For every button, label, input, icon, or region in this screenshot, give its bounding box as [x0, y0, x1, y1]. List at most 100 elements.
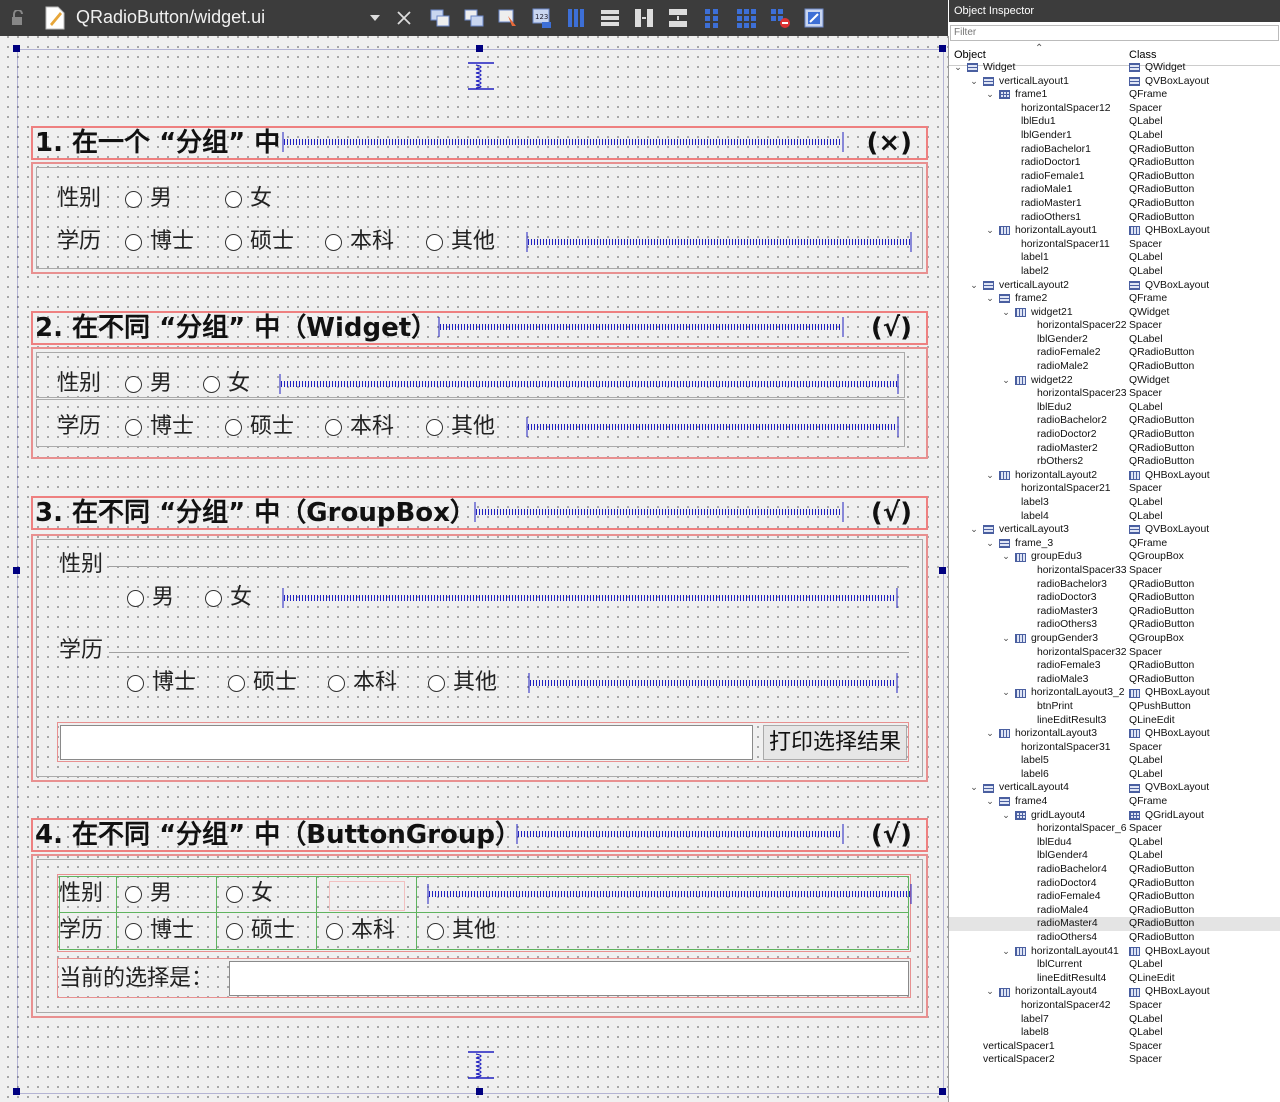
- tree-row[interactable]: horizontalSpacer33 Spacer: [949, 564, 1280, 578]
- tree-row[interactable]: radioMale2 QRadioButton: [949, 360, 1280, 374]
- vertical-spacer-top-icon[interactable]: [466, 61, 496, 91]
- tree-row[interactable]: ⌄ frame1 QFrame: [949, 88, 1280, 102]
- frame-3[interactable]: 性别 男 女 学历 博士 硕士 本科 其他 打印选择结果: [31, 534, 928, 782]
- tree-row[interactable]: lblEdu2 QLabel: [949, 401, 1280, 415]
- frame1[interactable]: 性别 男 女 学历 博士 硕士 本科 其他: [31, 162, 928, 274]
- tree-row[interactable]: radioMale3 QRadioButton: [949, 673, 1280, 687]
- adjust-size-icon[interactable]: [802, 6, 826, 30]
- selection-handle-top-left[interactable]: [13, 45, 20, 52]
- tree-row[interactable]: radioBachelor1 QRadioButton: [949, 143, 1280, 157]
- expand-chevron-icon[interactable]: ⌄: [1001, 809, 1011, 823]
- tree-row[interactable]: horizontalSpacer22 Spacer: [949, 319, 1280, 333]
- radio-others-1[interactable]: 其他: [426, 229, 495, 255]
- expand-chevron-icon[interactable]: ⌄: [1001, 550, 1011, 564]
- expand-chevron-icon[interactable]: ⌄: [1001, 374, 1011, 388]
- tree-row[interactable]: label3 QLabel: [949, 496, 1280, 510]
- tree-row[interactable]: radioDoctor1 QRadioButton: [949, 156, 1280, 170]
- tree-row[interactable]: ⌄ verticalLayout4 QVBoxLayout: [949, 781, 1280, 795]
- tree-row[interactable]: radioOthers4 QRadioButton: [949, 931, 1280, 945]
- tree-row[interactable]: horizontalSpacer11 Spacer: [949, 238, 1280, 252]
- tree-row[interactable]: radioFemale3 QRadioButton: [949, 659, 1280, 673]
- expand-chevron-icon[interactable]: ⌄: [985, 224, 995, 238]
- tree-row[interactable]: radioFemale1 QRadioButton: [949, 170, 1280, 184]
- tree-row[interactable]: lineEditResult4 QLineEdit: [949, 972, 1280, 986]
- expand-chevron-icon[interactable]: ⌄: [985, 292, 995, 306]
- vertical-spacer-bottom-icon[interactable]: [466, 1050, 496, 1080]
- edit-tab-order-icon[interactable]: 123: [530, 6, 554, 30]
- radio-female-1[interactable]: 女: [225, 186, 272, 212]
- expand-chevron-icon[interactable]: ⌄: [969, 781, 979, 795]
- split-vertical-icon[interactable]: [666, 6, 690, 30]
- expand-chevron-icon[interactable]: ⌄: [985, 469, 995, 483]
- tree-row[interactable]: ⌄ groupGender3 QGroupBox: [949, 632, 1280, 646]
- tree-row[interactable]: lblCurrent QLabel: [949, 958, 1280, 972]
- radio-bachelor-1[interactable]: 本科: [325, 229, 394, 255]
- selection-handle-left[interactable]: [13, 567, 20, 574]
- tree-row[interactable]: ⌄ horizontalLayout3_2 QHBoxLayout: [949, 686, 1280, 700]
- expand-chevron-icon[interactable]: ⌄: [1001, 632, 1011, 646]
- line-edit-result-3[interactable]: [60, 725, 753, 760]
- tree-row[interactable]: label6 QLabel: [949, 768, 1280, 782]
- expand-chevron-icon[interactable]: ⌄: [985, 537, 995, 551]
- tree-row[interactable]: label8 QLabel: [949, 1026, 1280, 1040]
- frame2[interactable]: 性别 男 女 学历 博士 硕士 本科 其他: [31, 347, 928, 459]
- expand-chevron-icon[interactable]: ⌄: [985, 88, 995, 102]
- radio-doctor-4[interactable]: 博士: [125, 918, 194, 944]
- radio-others-4[interactable]: 其他: [427, 918, 496, 944]
- radio-master-1[interactable]: 硕士: [225, 229, 294, 255]
- radio-male-4[interactable]: 男: [125, 881, 172, 907]
- expand-chevron-icon[interactable]: ⌄: [985, 727, 995, 741]
- tree-row[interactable]: label5 QLabel: [949, 754, 1280, 768]
- inspector-filter-input[interactable]: [950, 25, 1279, 41]
- tree-row[interactable]: rbOthers2 QRadioButton: [949, 455, 1280, 469]
- section-1-header[interactable]: 1. 在一个 “分组” 中 (×): [31, 126, 928, 160]
- tree-row[interactable]: horizontalSpacer31 Spacer: [949, 741, 1280, 755]
- tree-row[interactable]: lblEdu1 QLabel: [949, 115, 1280, 129]
- tree-row[interactable]: radioOthers3 QRadioButton: [949, 618, 1280, 632]
- tree-row[interactable]: radioMaster4 QRadioButton: [949, 917, 1280, 931]
- radio-bachelor-3[interactable]: 本科: [328, 670, 397, 696]
- selection-handle-top-right[interactable]: [939, 45, 946, 52]
- form-canvas[interactable]: 1. 在一个 “分组” 中 (×) 性别 男 女 学历 博士 硕士 本科 其他 …: [0, 36, 949, 1102]
- tree-row[interactable]: ⌄ verticalLayout1 QVBoxLayout: [949, 75, 1280, 89]
- close-icon[interactable]: [395, 9, 413, 27]
- tree-row[interactable]: lblGender2 QLabel: [949, 333, 1280, 347]
- radio-female-3[interactable]: 女: [205, 585, 252, 611]
- radio-male-2[interactable]: 男: [125, 371, 172, 397]
- tree-row[interactable]: btnPrint QPushButton: [949, 700, 1280, 714]
- split-horizontal-icon[interactable]: [632, 6, 656, 30]
- expand-chevron-icon[interactable]: ⌄: [1001, 686, 1011, 700]
- tree-row[interactable]: ⌄ verticalLayout3 QVBoxLayout: [949, 523, 1280, 537]
- tree-row[interactable]: radioBachelor4 QRadioButton: [949, 863, 1280, 877]
- lock-icon[interactable]: [10, 10, 26, 26]
- tree-row[interactable]: radioBachelor3 QRadioButton: [949, 578, 1280, 592]
- tree-row[interactable]: radioOthers1 QRadioButton: [949, 211, 1280, 225]
- tree-row[interactable]: radioFemale4 QRadioButton: [949, 890, 1280, 904]
- layout-horizontal-icon[interactable]: [564, 6, 588, 30]
- layout-vertical-icon[interactable]: [598, 6, 622, 30]
- radio-doctor-2[interactable]: 博士: [125, 414, 194, 440]
- tree-row[interactable]: radioMaster3 QRadioButton: [949, 605, 1280, 619]
- tree-row[interactable]: ⌄ horizontalLayout3 QHBoxLayout: [949, 727, 1280, 741]
- print-button[interactable]: 打印选择结果: [763, 725, 907, 760]
- tree-row[interactable]: ⌄ widget21 QWidget: [949, 306, 1280, 320]
- tree-row[interactable]: ⌄ Widget QWidget: [949, 61, 1280, 75]
- radio-female-4[interactable]: 女: [226, 881, 273, 907]
- tree-row[interactable]: ⌄ frame2 QFrame: [949, 292, 1280, 306]
- layout-form-icon[interactable]: [700, 6, 724, 30]
- edit-widgets-icon[interactable]: [428, 6, 452, 30]
- radio-doctor-3[interactable]: 博士: [127, 670, 196, 696]
- tree-row[interactable]: horizontalSpacer12 Spacer: [949, 102, 1280, 116]
- tree-row[interactable]: label4 QLabel: [949, 510, 1280, 524]
- radio-bachelor-4[interactable]: 本科: [326, 918, 395, 944]
- edit-signals-icon[interactable]: [462, 6, 486, 30]
- radio-doctor-1[interactable]: 博士: [125, 229, 194, 255]
- layout-grid-icon[interactable]: [734, 6, 758, 30]
- tree-row[interactable]: radioFemale2 QRadioButton: [949, 346, 1280, 360]
- tree-row[interactable]: verticalSpacer2 Spacer: [949, 1053, 1280, 1067]
- frame4[interactable]: 性别 男 女 学历 博士 硕士 本科 其他 当前的选择是：: [31, 854, 928, 1018]
- tree-row[interactable]: ⌄ verticalLayout2 QVBoxLayout: [949, 279, 1280, 293]
- chevron-down-icon[interactable]: [368, 11, 382, 25]
- tree-row[interactable]: horizontalSpacer42 Spacer: [949, 999, 1280, 1013]
- expand-chevron-icon[interactable]: ⌄: [985, 985, 995, 999]
